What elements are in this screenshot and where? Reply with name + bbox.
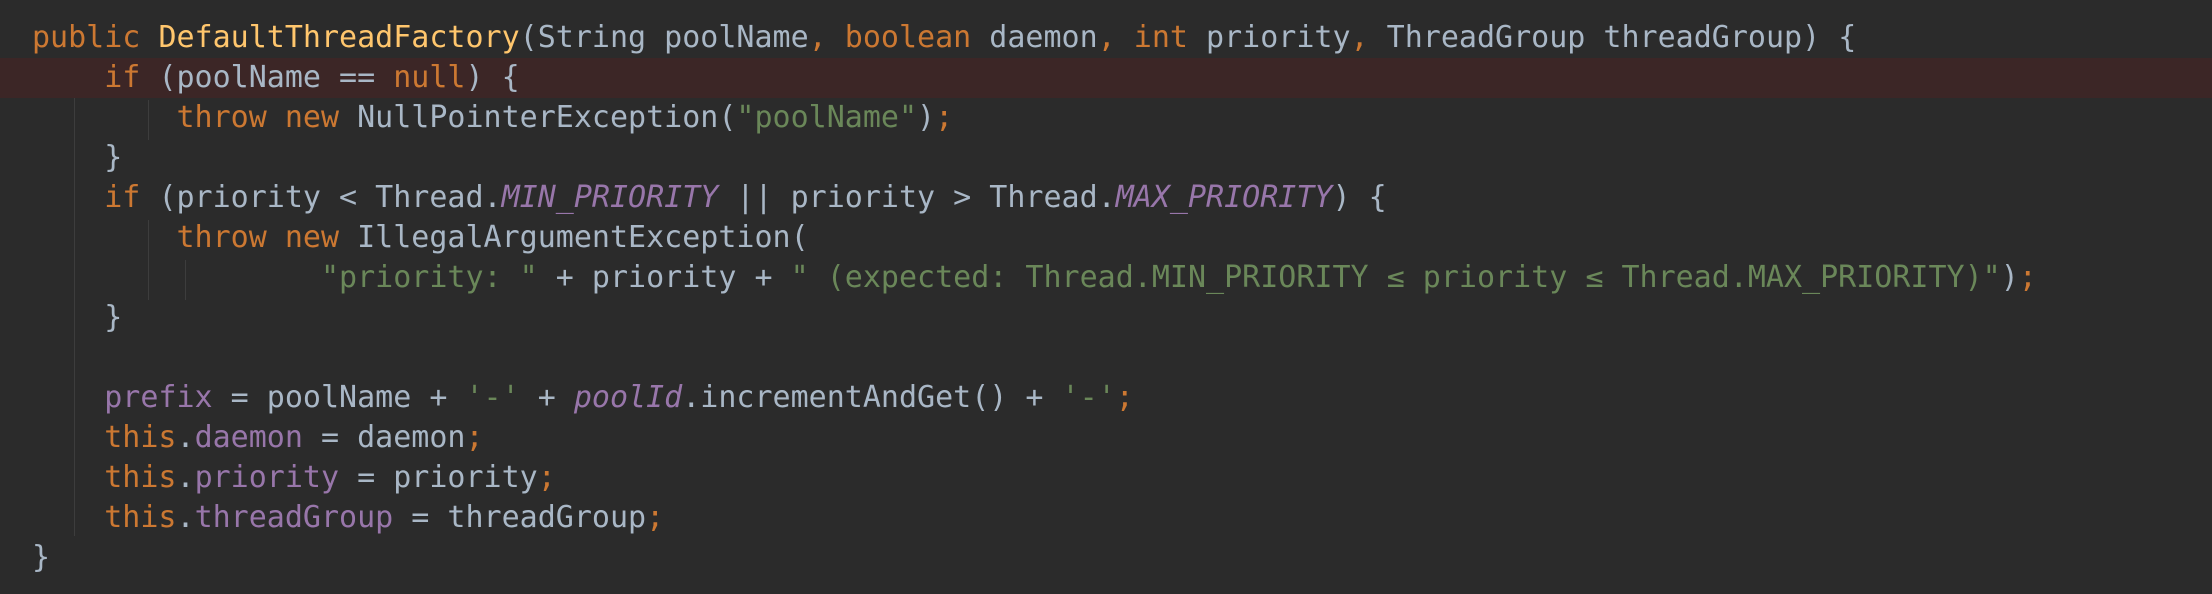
code-editor[interactable]: public DefaultThreadFactory(String poolN… — [0, 0, 2212, 594]
code-token: = priority — [339, 460, 538, 495]
code-line-text: throw new NullPointerException("poolName… — [32, 98, 954, 138]
code-token: .incrementAndGet() + — [682, 380, 1062, 415]
code-line-text: } — [32, 298, 122, 338]
code-line-text: this.daemon = daemon; — [32, 418, 484, 458]
code-token: ThreadGroup threadGroup) { — [1386, 20, 1857, 55]
code-line[interactable]: this.priority = priority; — [0, 458, 2212, 498]
code-token: = daemon — [302, 420, 466, 455]
code-token: ; — [646, 500, 665, 535]
code-token: "poolName" — [736, 100, 918, 135]
code-token: MAX_PRIORITY — [1115, 180, 1333, 215]
code-token: } — [32, 140, 123, 175]
code-token: '-' — [1061, 380, 1116, 415]
code-token: . — [176, 460, 195, 495]
code-token: " (expected: Thread.MIN_PRIORITY ≤ prior… — [790, 260, 2001, 295]
code-token: (priority < Thread. — [158, 180, 502, 215]
code-token: if — [104, 60, 159, 95]
code-line-text: throw new IllegalArgumentException( — [32, 218, 809, 258]
code-line[interactable]: this.daemon = daemon; — [0, 418, 2212, 458]
code-token: } — [32, 540, 51, 575]
code-line-text: "priority: " + priority + " (expected: T… — [32, 258, 2037, 298]
code-line[interactable]: prefix = poolName + '-' + poolId.increme… — [0, 378, 2212, 418]
code-token: throw new — [176, 100, 358, 135]
code-line-text: public DefaultThreadFactory(String poolN… — [32, 18, 1856, 58]
code-token: IllegalArgumentException( — [357, 220, 809, 255]
code-token: ; — [1115, 380, 1134, 415]
code-line-text: } — [32, 538, 50, 578]
code-token: ) { — [465, 60, 520, 95]
code-token: ) { — [1332, 180, 1387, 215]
code-token: throw new — [176, 220, 358, 255]
code-token: public — [32, 20, 159, 55]
code-token: int — [1133, 20, 1207, 55]
code-token: null — [393, 60, 466, 95]
code-token: . — [176, 500, 195, 535]
code-token: (poolName == — [158, 60, 394, 95]
code-token: NullPointerException( — [357, 100, 737, 135]
code-line[interactable]: throw new NullPointerException("poolName… — [0, 98, 2212, 138]
code-line-text: if (priority < Thread.MIN_PRIORITY || pr… — [32, 178, 1387, 218]
code-token: . — [176, 420, 195, 455]
code-token: = poolName + — [212, 380, 466, 415]
code-token: poolId — [573, 380, 683, 415]
code-token: || priority > Thread. — [718, 180, 1116, 215]
code-line[interactable]: if (priority < Thread.MIN_PRIORITY || pr… — [0, 178, 2212, 218]
code-token: ) — [2000, 260, 2019, 295]
code-line[interactable] — [0, 338, 2212, 378]
code-line[interactable]: } — [0, 298, 2212, 338]
code-token: ; — [465, 420, 484, 455]
code-token: boolean — [844, 20, 990, 55]
code-token: DefaultThreadFactory — [158, 20, 520, 55]
code-token: ; — [537, 460, 556, 495]
code-token: + — [519, 380, 574, 415]
code-line-text: } — [32, 138, 122, 178]
code-token: priority — [194, 460, 340, 495]
code-line[interactable]: if (poolName == null) { — [0, 58, 2212, 98]
code-token: this — [104, 420, 177, 455]
code-token: daemon — [989, 20, 1098, 55]
code-line-text: if (poolName == null) { — [32, 58, 520, 98]
code-token: , — [808, 20, 845, 55]
code-token: ) — [917, 100, 936, 135]
code-line[interactable]: this.threadGroup = threadGroup; — [0, 498, 2212, 538]
code-token: "priority: " — [320, 260, 538, 295]
code-line[interactable]: } — [0, 138, 2212, 178]
code-token: , — [1350, 20, 1387, 55]
code-line-text: prefix = poolName + '-' + poolId.increme… — [32, 378, 1134, 418]
code-line-text: this.threadGroup = threadGroup; — [32, 498, 664, 538]
code-token: prefix — [104, 380, 213, 415]
code-token: this — [104, 460, 177, 495]
code-line[interactable]: throw new IllegalArgumentException( — [0, 218, 2212, 258]
code-token: (String poolName — [519, 20, 809, 55]
code-line[interactable]: "priority: " + priority + " (expected: T… — [0, 258, 2212, 298]
code-token: this — [104, 500, 177, 535]
code-token: daemon — [194, 420, 303, 455]
code-token: priority — [1206, 20, 1351, 55]
code-token: } — [32, 300, 123, 335]
code-token: if — [104, 180, 159, 215]
code-token: ; — [2018, 260, 2037, 295]
code-token: MIN_PRIORITY — [501, 180, 719, 215]
code-token: , — [1097, 20, 1134, 55]
code-line[interactable]: public DefaultThreadFactory(String poolN… — [0, 18, 2212, 58]
code-token: ; — [935, 100, 954, 135]
code-token: '-' — [465, 380, 520, 415]
code-token: = threadGroup — [393, 500, 647, 535]
code-line-text: this.priority = priority; — [32, 458, 556, 498]
code-line[interactable]: } — [0, 538, 2212, 578]
code-token: threadGroup — [194, 500, 394, 535]
code-token: + priority + — [537, 260, 791, 295]
